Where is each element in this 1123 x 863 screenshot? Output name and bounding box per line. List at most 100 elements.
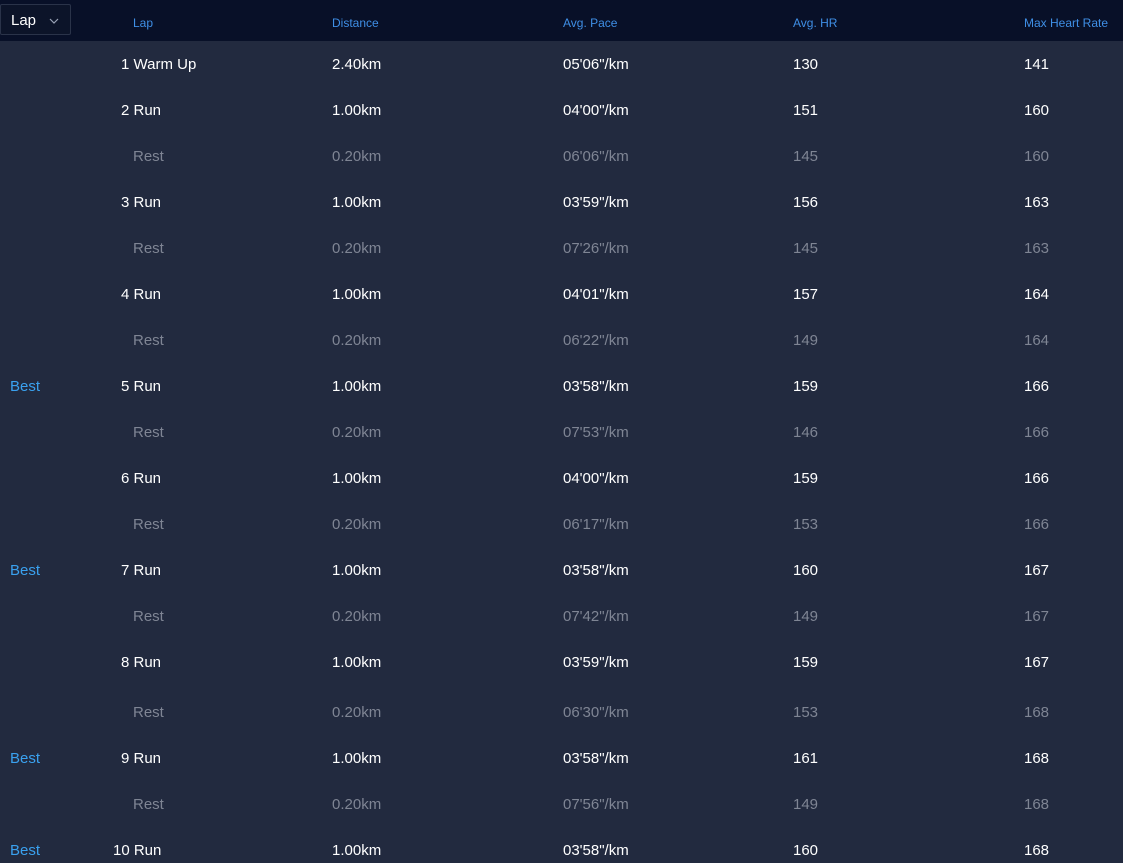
lap-dropdown-label: Lap — [11, 12, 37, 29]
avg-pace-value: 06'30"/km — [563, 704, 629, 721]
distance-value: 1.00km — [332, 842, 382, 859]
column-header-avg-pace[interactable]: Avg. Pace — [563, 16, 617, 30]
table-row[interactable]: 6 Run 1.00km 04'00"/km 159 166 — [0, 470, 1123, 490]
avg-hr-value: 160 — [793, 842, 819, 859]
distance-value: 0.20km — [332, 332, 382, 349]
avg-hr-value: 159 — [793, 378, 819, 395]
avg-pace-value: 07'42"/km — [563, 608, 629, 625]
avg-hr-value: 149 — [793, 608, 819, 625]
max-heart-rate-value: 166 — [1024, 378, 1050, 395]
table-row[interactable]: Rest 0.20km 06'06"/km 145 160 — [0, 148, 1123, 168]
column-header-avg-hr[interactable]: Avg. HR — [793, 16, 837, 30]
avg-pace-value: 03'59"/km — [563, 194, 629, 211]
avg-pace-value: 05'06"/km — [563, 56, 629, 73]
table-row[interactable]: 3 Run 1.00km 03'59"/km 156 163 — [0, 194, 1123, 214]
avg-hr-value: 160 — [793, 562, 819, 579]
max-heart-rate-value: 166 — [1024, 470, 1050, 487]
avg-hr-value: 159 — [793, 654, 819, 671]
avg-pace-value: 03'58"/km — [563, 750, 629, 767]
lap-name: 7 Run — [121, 562, 162, 579]
distance-value: 1.00km — [332, 194, 382, 211]
chevron-down-icon — [49, 18, 59, 24]
avg-pace-value: 03'59"/km — [563, 654, 629, 671]
avg-hr-value: 149 — [793, 796, 819, 813]
table-row[interactable]: Rest 0.20km 07'53"/km 146 166 — [0, 424, 1123, 444]
best-badge: Best — [10, 378, 41, 395]
lap-name: 3 Run — [121, 194, 162, 211]
column-header-max-heart-rate[interactable]: Max Heart Rate — [1024, 16, 1108, 30]
avg-hr-value: 145 — [793, 148, 819, 165]
distance-value: 0.20km — [332, 240, 382, 257]
max-heart-rate-value: 160 — [1024, 102, 1050, 119]
max-heart-rate-value: 166 — [1024, 516, 1050, 533]
lap-name: 6 Run — [121, 470, 162, 487]
table-row[interactable]: Rest 0.20km 06'30"/km 153 168 — [0, 704, 1123, 724]
table-row[interactable]: 4 Run 1.00km 04'01"/km 157 164 — [0, 286, 1123, 306]
table-row[interactable]: Rest 0.20km 06'22"/km 149 164 — [0, 332, 1123, 352]
table-row[interactable]: Best 10 Run 1.00km 03'58"/km 160 168 — [0, 842, 1123, 862]
table-row[interactable]: Rest 0.20km 07'42"/km 149 167 — [0, 608, 1123, 628]
table-row[interactable]: Best 5 Run 1.00km 03'58"/km 159 166 — [0, 378, 1123, 398]
table-row[interactable]: Rest 0.20km 07'26"/km 145 163 — [0, 240, 1123, 260]
lap-name: 10 Run — [113, 842, 162, 859]
table-row[interactable]: 2 Run 1.00km 04'00"/km 151 160 — [0, 102, 1123, 122]
avg-pace-value: 07'26"/km — [563, 240, 629, 257]
avg-hr-value: 153 — [793, 704, 819, 721]
lap-name: Rest — [133, 796, 164, 813]
avg-hr-value: 161 — [793, 750, 819, 767]
max-heart-rate-value: 168 — [1024, 796, 1050, 813]
table-row[interactable]: Rest 0.20km 07'56"/km 149 168 — [0, 796, 1123, 816]
max-heart-rate-value: 167 — [1024, 654, 1050, 671]
distance-value: 0.20km — [332, 704, 382, 721]
distance-value: 1.00km — [332, 286, 382, 303]
column-header-lap[interactable]: Lap — [133, 16, 153, 30]
lap-name: Rest — [133, 704, 164, 721]
max-heart-rate-value: 160 — [1024, 148, 1050, 165]
distance-value: 1.00km — [332, 470, 382, 487]
max-heart-rate-value: 168 — [1024, 750, 1050, 767]
max-heart-rate-value: 167 — [1024, 608, 1050, 625]
avg-hr-value: 146 — [793, 424, 819, 441]
avg-hr-value: 145 — [793, 240, 819, 257]
max-heart-rate-value: 167 — [1024, 562, 1050, 579]
max-heart-rate-value: 168 — [1024, 704, 1050, 721]
distance-value: 2.40km — [332, 56, 382, 73]
avg-pace-value: 03'58"/km — [563, 378, 629, 395]
laps-table-view: Lap Lap Distance Avg. Pace Avg. HR Max H… — [0, 0, 1123, 863]
lap-name: 8 Run — [121, 654, 162, 671]
distance-value: 0.20km — [332, 516, 382, 533]
avg-pace-value: 07'56"/km — [563, 796, 629, 813]
table-row[interactable]: 8 Run 1.00km 03'59"/km 159 167 — [0, 654, 1123, 674]
distance-value: 1.00km — [332, 562, 382, 579]
max-heart-rate-value: 164 — [1024, 332, 1050, 349]
avg-pace-value: 03'58"/km — [563, 562, 629, 579]
max-heart-rate-value: 164 — [1024, 286, 1050, 303]
avg-hr-value: 153 — [793, 516, 819, 533]
max-heart-rate-value: 166 — [1024, 424, 1050, 441]
avg-pace-value: 06'17"/km — [563, 516, 629, 533]
avg-pace-value: 04'01"/km — [563, 286, 629, 303]
distance-value: 0.20km — [332, 796, 382, 813]
avg-pace-value: 03'58"/km — [563, 842, 629, 859]
table-row[interactable]: 1 Warm Up 2.40km 05'06"/km 130 141 — [0, 56, 1123, 76]
avg-hr-value: 149 — [793, 332, 819, 349]
lap-dropdown[interactable]: Lap — [0, 4, 71, 35]
table-row[interactable]: Best 9 Run 1.00km 03'58"/km 161 168 — [0, 750, 1123, 770]
table-row[interactable]: Best 7 Run 1.00km 03'58"/km 160 167 — [0, 562, 1123, 582]
avg-hr-value: 157 — [793, 286, 819, 303]
avg-pace-value: 04'00"/km — [563, 102, 629, 119]
max-heart-rate-value: 141 — [1024, 56, 1050, 73]
best-badge: Best — [10, 842, 41, 859]
lap-name: Rest — [133, 608, 164, 625]
lap-name: Rest — [133, 424, 164, 441]
avg-hr-value: 130 — [793, 56, 819, 73]
table-header: Lap Lap Distance Avg. Pace Avg. HR Max H… — [0, 0, 1123, 41]
column-header-distance[interactable]: Distance — [332, 16, 379, 30]
avg-hr-value: 151 — [793, 102, 819, 119]
distance-value: 0.20km — [332, 148, 382, 165]
lap-name: Rest — [133, 332, 164, 349]
table-row[interactable]: Rest 0.20km 06'17"/km 153 166 — [0, 516, 1123, 536]
lap-name: 9 Run — [121, 750, 162, 767]
distance-value: 1.00km — [332, 102, 382, 119]
max-heart-rate-value: 163 — [1024, 240, 1050, 257]
